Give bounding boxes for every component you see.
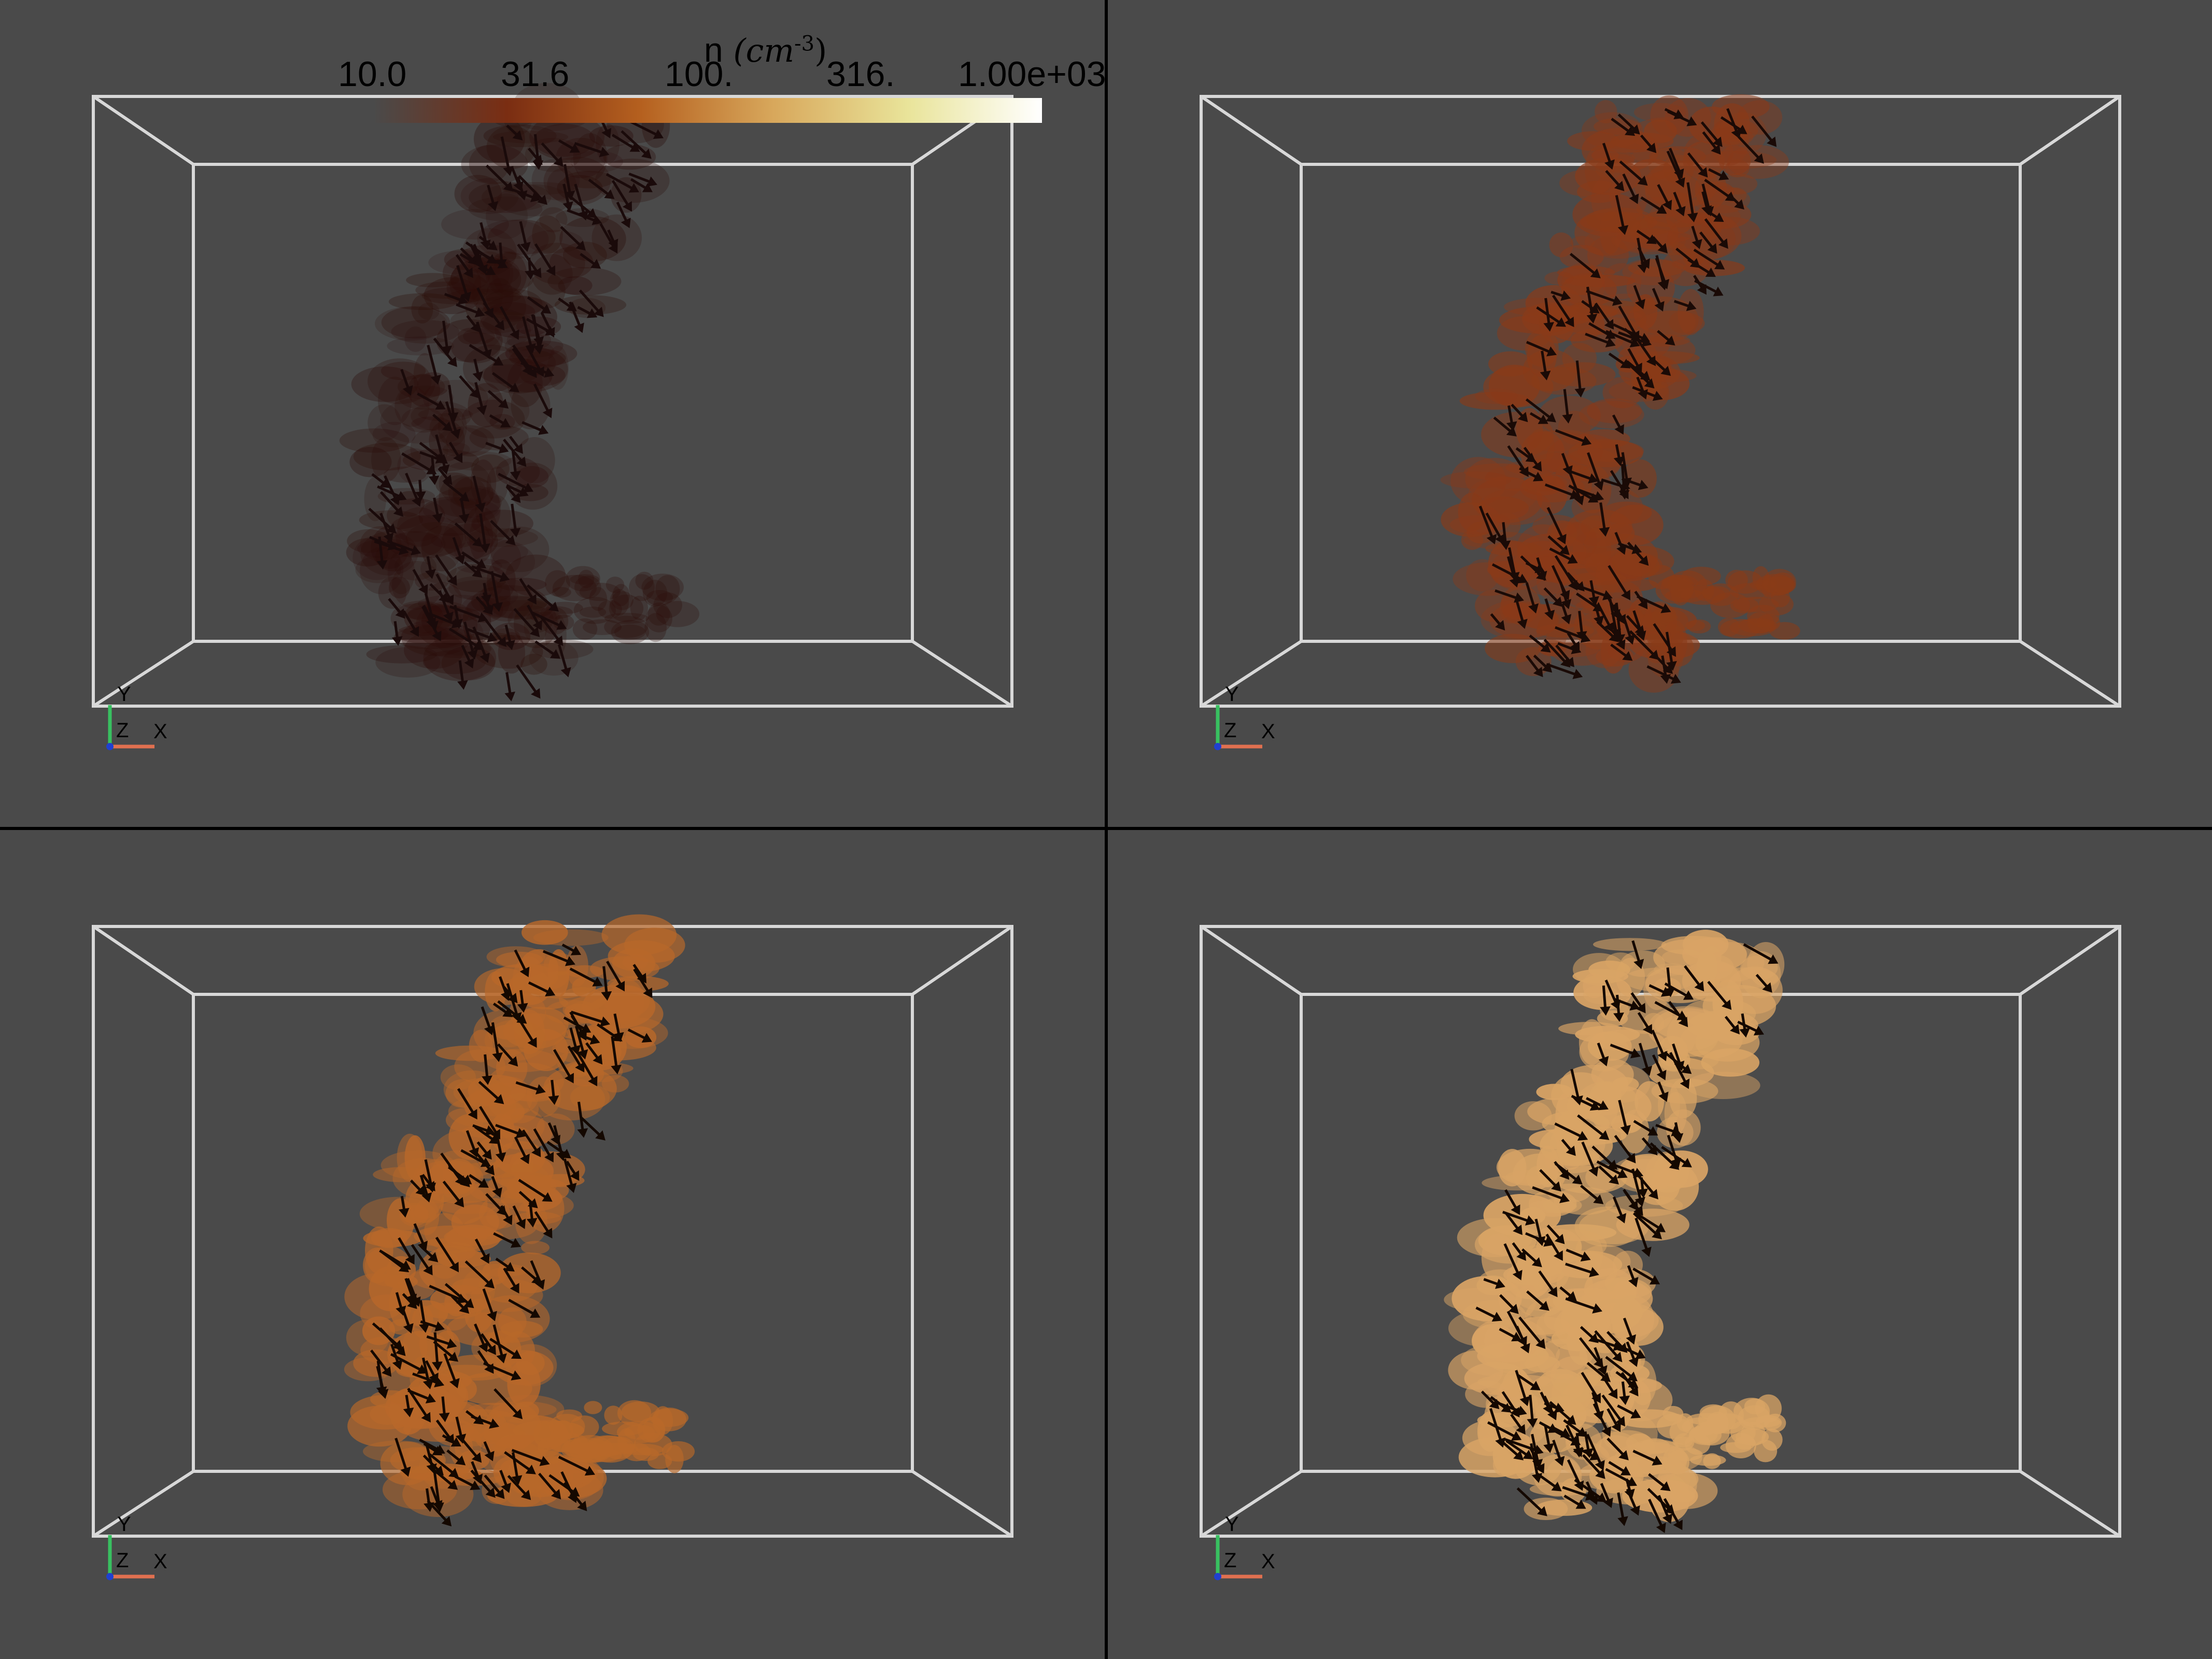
axis-label-y: Y	[1225, 683, 1239, 706]
axis-label-x: X	[1261, 1550, 1275, 1573]
axis-label-y: Y	[117, 683, 131, 706]
density-volume	[339, 83, 700, 681]
viewport-bottom-left[interactable]: YZ X	[0, 830, 1105, 1659]
viewport-top-right[interactable]: YZ X	[1108, 0, 2212, 827]
axis-label-x: X	[1261, 720, 1275, 743]
scene-bottom-left: YZ X	[92, 914, 1013, 1580]
scene-top-left: YZ X	[92, 83, 1013, 750]
viewport-top-left[interactable]: YZ X	[0, 0, 1105, 827]
axis-label-z: Z	[116, 1549, 129, 1572]
axis-label-y: Y	[1225, 1513, 1239, 1536]
axis-label-z: Z	[116, 719, 129, 742]
scene-bottom-right: YZ X	[1200, 925, 2121, 1580]
axis-label-x: X	[153, 720, 167, 743]
axis-label-y: Y	[117, 1513, 131, 1536]
density-volume	[1444, 930, 1786, 1522]
axis-label-x: X	[153, 1550, 167, 1573]
scene-top-right: YZ X	[1200, 94, 2121, 750]
viewport-bottom-right[interactable]: YZ X	[1108, 830, 2212, 1659]
axis-label-z: Z	[1224, 719, 1236, 742]
axis-label-z: Z	[1224, 1549, 1236, 1572]
render-grid: YZX YZX YZX YZX n (cm-3) 10.0 31.6 100. …	[0, 0, 2212, 1659]
